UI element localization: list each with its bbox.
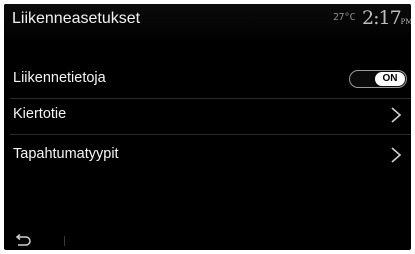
traffic-info-toggle[interactable]: ON bbox=[349, 70, 407, 88]
row-divider bbox=[10, 98, 411, 99]
clock-time: 2:17 bbox=[362, 7, 402, 29]
settings-row-kiertotie[interactable]: Kiertotie bbox=[4, 100, 411, 130]
outside-temperature: 27°C bbox=[333, 12, 356, 23]
footer-divider bbox=[64, 236, 65, 246]
clock: 2:17PM bbox=[362, 7, 411, 29]
toggle-knob: ON bbox=[375, 72, 405, 86]
row-label: Kiertotie bbox=[13, 106, 67, 122]
screen: Liikenneasetukset 27°C 2:17PM Liikenneti… bbox=[4, 4, 411, 250]
settings-row-liikennetietoja[interactable]: Liikennetietoja ON bbox=[4, 64, 411, 94]
row-divider bbox=[10, 134, 411, 135]
chevron-right-icon bbox=[391, 107, 402, 123]
settings-row-tapahtumatyypit[interactable]: Tapahtumatyypit bbox=[4, 140, 411, 170]
chevron-right-icon bbox=[391, 147, 402, 163]
row-label: Liikennetietoja bbox=[13, 70, 106, 86]
clock-ampm: PM bbox=[400, 18, 411, 26]
row-label: Tapahtumatyypit bbox=[13, 146, 119, 162]
back-arrow-icon[interactable] bbox=[14, 234, 32, 246]
page-title: Liikenneasetukset bbox=[12, 10, 141, 27]
header-bar: Liikenneasetukset 27°C 2:17PM bbox=[4, 4, 411, 42]
